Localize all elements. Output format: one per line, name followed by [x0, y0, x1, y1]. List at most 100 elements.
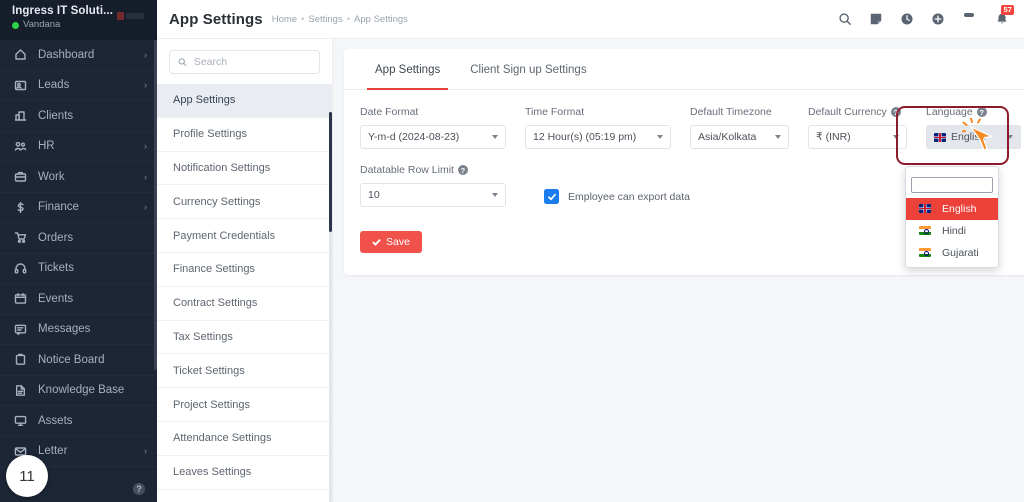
sidebar-item-label: Knowledge Base [38, 384, 125, 397]
sidebar-item-events[interactable]: Events [0, 284, 157, 315]
language-dropdown-search-wrap [911, 174, 993, 193]
field-date-format: Date Format Y-m-d (2024-08-23) [360, 106, 506, 149]
help-icon[interactable]: ? [457, 165, 468, 175]
chevron-right-icon: › [144, 446, 147, 457]
settings-item-payment-credentials[interactable]: Payment Credentials [157, 219, 332, 253]
language-options-list: English Hindi Gujarati [906, 197, 998, 264]
avatar[interactable] [962, 11, 978, 27]
language-option-english[interactable]: English [906, 197, 998, 220]
language-select[interactable]: English [926, 125, 1021, 149]
breadcrumb-item-app-settings[interactable]: App Settings [354, 14, 408, 25]
time-format-value: 12 Hour(s) (05:19 pm) [533, 131, 637, 143]
sidebar-item-finance[interactable]: Finance › [0, 193, 157, 223]
settings-item-notification-settings[interactable]: Notification Settings [157, 152, 332, 186]
sidebar-item-label: Letter [38, 445, 68, 458]
clock-icon[interactable] [900, 12, 914, 26]
tab-app-settings[interactable]: App Settings [360, 49, 455, 90]
row-limit-select[interactable]: 10 [360, 183, 506, 207]
plus-circle-icon[interactable] [931, 12, 945, 26]
note-icon[interactable] [869, 12, 883, 26]
page-title: App Settings [169, 10, 263, 28]
label-currency: Default Currency ? [808, 106, 907, 118]
company-name: Ingress IT Soluti... [12, 5, 114, 17]
sidebar-item-tickets[interactable]: Tickets [0, 254, 157, 284]
timezone-value: Asia/Kolkata [698, 131, 757, 143]
breadcrumb-item-settings[interactable]: Settings [308, 14, 342, 25]
sidebar-item-label: Assets [38, 414, 73, 427]
calendar-icon [14, 292, 27, 305]
search-icon[interactable] [838, 12, 852, 26]
sidebar-item-messages[interactable]: Messages [0, 315, 157, 345]
notification-badge: 57 [1001, 5, 1015, 15]
settings-item-attendance-settings[interactable]: Attendance Settings [157, 422, 332, 456]
chevron-down-icon [893, 135, 899, 139]
settings-search-input[interactable] [193, 56, 311, 68]
sidebar-item-work[interactable]: Work › [0, 162, 157, 193]
sidebar-item-label: Tickets [38, 262, 74, 275]
settings-item-contract-settings[interactable]: Contract Settings [157, 287, 332, 321]
people-icon [14, 140, 27, 153]
sidebar-item-dashboard[interactable]: Dashboard › [0, 40, 157, 71]
breadcrumb: Home • Settings • App Settings [272, 14, 408, 25]
settings-item-project-settings[interactable]: Project Settings [157, 388, 332, 422]
export-data-checkbox-row[interactable]: Employee can export data [544, 189, 690, 204]
flag-uk-icon [934, 132, 946, 142]
sidebar-item-orders[interactable]: Orders [0, 223, 157, 254]
sidebar-item-hr[interactable]: HR › [0, 132, 157, 162]
top-bar-actions: 57 [838, 5, 1024, 27]
language-dropdown-search-input[interactable] [911, 176, 993, 193]
monitor-icon [14, 414, 27, 427]
chat-icon [14, 323, 27, 336]
chevron-down-icon [657, 135, 663, 139]
sidebar-item-notice-board[interactable]: Notice Board [0, 345, 157, 376]
settings-search-wrap [157, 39, 332, 84]
breadcrumb-item-home[interactable]: Home [272, 14, 297, 25]
current-user: Vandana [12, 19, 113, 31]
main-content: App Settings Client Sign up Settings Date… [333, 39, 1024, 502]
settings-item-leaves-settings[interactable]: Leaves Settings [157, 456, 332, 490]
settings-item-currency-settings[interactable]: Currency Settings [157, 185, 332, 220]
timezone-select[interactable]: Asia/Kolkata [690, 125, 789, 149]
settings-item-profile-settings[interactable]: Profile Settings [157, 118, 332, 152]
sidebar-item-label: Work [38, 170, 65, 183]
date-format-select[interactable]: Y-m-d (2024-08-23) [360, 125, 506, 149]
contact-card-icon [14, 79, 27, 92]
language-option-hindi[interactable]: Hindi [906, 220, 998, 242]
settings-item-app-settings[interactable]: App Settings [157, 84, 332, 118]
sidebar-item-assets[interactable]: Assets [0, 406, 157, 437]
bell-icon[interactable]: 57 [995, 5, 1015, 26]
settings-item-tax-settings[interactable]: Tax Settings [157, 321, 332, 355]
save-button-label: Save [386, 236, 410, 248]
cart-icon [14, 231, 27, 244]
online-status-dot [12, 21, 19, 29]
field-timezone: Default Timezone Asia/Kolkata [690, 106, 789, 149]
help-icon[interactable]: ? [976, 107, 987, 117]
settings-item-finance-settings[interactable]: Finance Settings [157, 253, 332, 287]
language-option-gujarati[interactable]: Gujarati [906, 242, 998, 264]
settings-item-ticket-settings[interactable]: Ticket Settings [157, 354, 332, 389]
settings-search-box[interactable] [169, 50, 320, 74]
dollar-icon [14, 201, 27, 214]
help-icon[interactable]: ? [890, 107, 901, 117]
chevron-right-icon: › [144, 171, 147, 182]
tab-client-sign-up-settings[interactable]: Client Sign up Settings [455, 49, 601, 89]
settings-scrollbar-thumb[interactable] [329, 112, 332, 232]
settings-scrollbar-track [329, 232, 332, 502]
label-timezone: Default Timezone [690, 106, 772, 118]
breadcrumb-separator: • [301, 13, 305, 25]
sidebar-item-leads[interactable]: Leads › [0, 71, 157, 101]
export-data-checkbox[interactable] [544, 189, 559, 204]
sidebar-item-clients[interactable]: Clients [0, 101, 157, 132]
label-time-format: Time Format [525, 106, 585, 118]
search-icon [178, 58, 187, 66]
currency-select[interactable]: ₹ (INR) [808, 125, 907, 149]
sidebar-item-knowledge-base[interactable]: Knowledge Base [0, 376, 157, 406]
language-option-label: Hindi [942, 224, 966, 237]
flag-india-icon [919, 226, 931, 235]
sidebar-header[interactable]: Ingress IT Soluti... Vandana [0, 0, 157, 40]
sidebar-item-label: Clients [38, 109, 74, 122]
help-icon[interactable]: ? [133, 483, 145, 495]
time-format-select[interactable]: 12 Hour(s) (05:19 pm) [525, 125, 671, 149]
save-button[interactable]: Save [360, 231, 422, 253]
sidebar-item-label: Dashboard [38, 48, 95, 61]
